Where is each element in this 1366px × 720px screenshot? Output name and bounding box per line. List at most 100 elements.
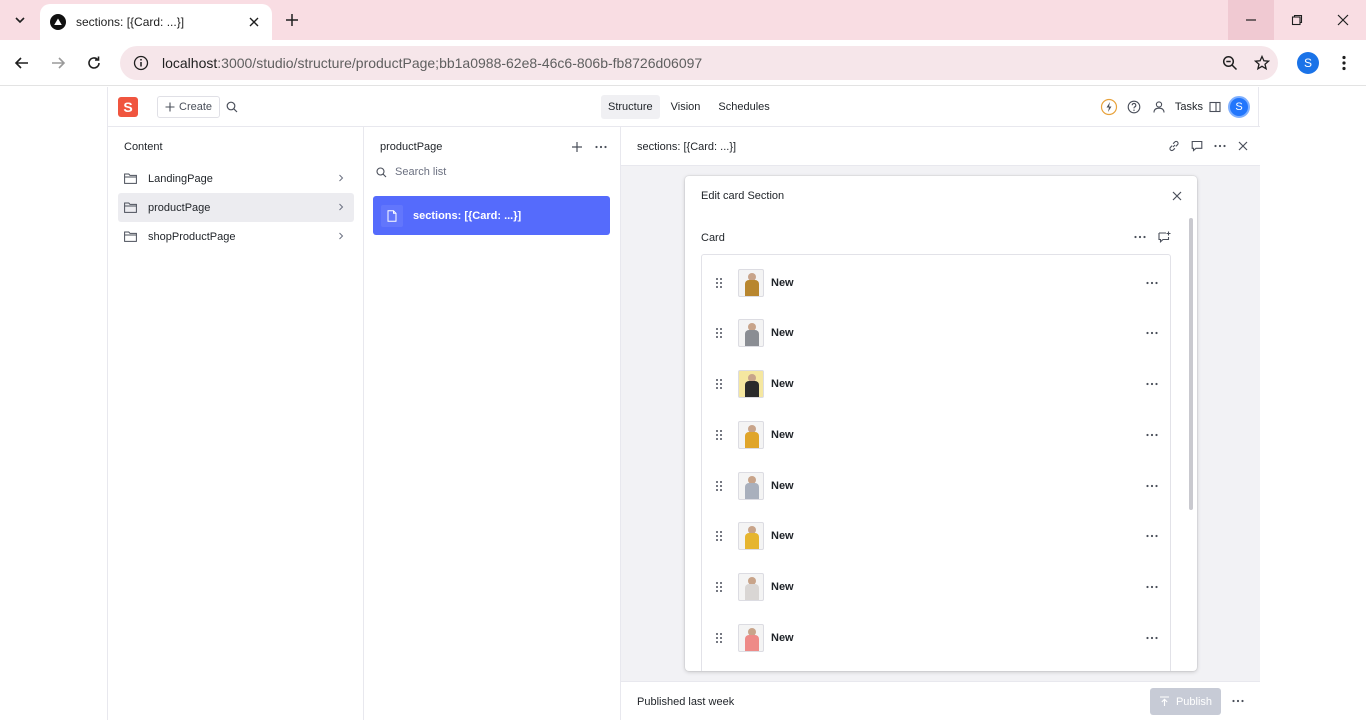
footer-menu-button[interactable] bbox=[1229, 693, 1247, 709]
folder-icon bbox=[124, 201, 138, 215]
content-item-productpage[interactable]: productPage bbox=[118, 193, 354, 222]
help-icon[interactable] bbox=[1125, 96, 1143, 118]
card-item-menu-icon[interactable] bbox=[1144, 376, 1160, 392]
drag-handle-icon[interactable] bbox=[714, 530, 724, 542]
drag-handle-icon[interactable] bbox=[714, 327, 724, 339]
publish-button[interactable]: Publish bbox=[1150, 688, 1221, 715]
card-item-menu-icon[interactable] bbox=[1144, 630, 1160, 646]
browser-profile-avatar[interactable]: S bbox=[1297, 52, 1319, 74]
publish-label: Publish bbox=[1175, 695, 1213, 708]
card-item[interactable]: New bbox=[702, 415, 1170, 455]
card-item[interactable]: New bbox=[702, 263, 1170, 303]
card-thumbnail bbox=[738, 370, 764, 398]
browser-menu-button[interactable] bbox=[1332, 49, 1356, 77]
card-thumbnail bbox=[738, 319, 764, 347]
minimize-button[interactable] bbox=[1228, 0, 1274, 40]
card-item-label: New bbox=[771, 480, 794, 492]
card-item-menu-icon[interactable] bbox=[1144, 528, 1160, 544]
reload-button[interactable] bbox=[80, 49, 108, 77]
content-item-label: productPage bbox=[148, 201, 211, 214]
close-icon bbox=[1172, 191, 1182, 201]
folder-icon bbox=[124, 172, 138, 186]
forward-button[interactable] bbox=[44, 49, 72, 77]
list-pane-menu-button[interactable] bbox=[592, 139, 610, 155]
comment-icon[interactable] bbox=[1188, 137, 1206, 155]
drag-handle-icon[interactable] bbox=[714, 632, 724, 644]
drag-handle-icon[interactable] bbox=[714, 581, 724, 593]
card-item-menu-icon[interactable] bbox=[1144, 478, 1160, 494]
card-item-menu-icon[interactable] bbox=[1144, 427, 1160, 443]
dialog-close-button[interactable] bbox=[1169, 188, 1185, 204]
browser-tabstrip: sections: [{Card: ...}] bbox=[0, 0, 1366, 40]
card-item-label: New bbox=[771, 530, 794, 542]
dialog-title: Edit card Section bbox=[701, 190, 785, 202]
tasks-button[interactable]: Tasks bbox=[1175, 101, 1221, 113]
card-item[interactable]: New bbox=[702, 516, 1170, 556]
star-icon[interactable] bbox=[1246, 47, 1278, 79]
user-avatar[interactable]: S bbox=[1228, 96, 1250, 118]
close-icon[interactable] bbox=[1234, 137, 1252, 155]
dialog-scrollbar[interactable] bbox=[1189, 218, 1193, 510]
card-thumbnail bbox=[738, 421, 764, 449]
address-bar[interactable]: localhost:3000/studio/structure/productP… bbox=[120, 46, 1278, 80]
drag-handle-icon[interactable] bbox=[714, 429, 724, 441]
drag-handle-icon[interactable] bbox=[714, 480, 724, 492]
card-item[interactable]: New bbox=[702, 364, 1170, 404]
ellipsis-icon bbox=[1232, 699, 1244, 703]
edit-card-dialog: Edit card Section Card New New New New N… bbox=[685, 176, 1197, 671]
tab-search-button[interactable] bbox=[6, 6, 34, 34]
browser-tab[interactable]: sections: [{Card: ...}] bbox=[40, 4, 272, 40]
presence-icon[interactable] bbox=[1150, 96, 1168, 118]
ellipsis-icon[interactable] bbox=[1132, 228, 1148, 246]
ellipsis-icon[interactable] bbox=[1211, 137, 1229, 155]
navbar-actions: Tasks S bbox=[1100, 96, 1250, 118]
close-window-button[interactable] bbox=[1320, 0, 1366, 40]
create-button[interactable]: Create bbox=[157, 96, 221, 118]
tab-title: sections: [{Card: ...}] bbox=[76, 15, 185, 29]
studio-logo[interactable]: S bbox=[118, 97, 138, 117]
plus-icon bbox=[286, 14, 298, 26]
tab-vision[interactable]: Vision bbox=[664, 95, 708, 119]
chevron-right-icon bbox=[337, 174, 345, 182]
search-icon[interactable] bbox=[223, 98, 241, 116]
add-document-button[interactable] bbox=[569, 139, 585, 155]
new-tab-button[interactable] bbox=[280, 8, 304, 32]
url-text: localhost:3000/studio/structure/productP… bbox=[162, 55, 1214, 71]
restore-button[interactable] bbox=[1274, 0, 1320, 40]
document-actions bbox=[1165, 137, 1252, 155]
document-item-sections[interactable]: sections: [{Card: ...}] bbox=[373, 196, 610, 235]
card-item-menu-icon[interactable] bbox=[1144, 275, 1160, 291]
search-list-input[interactable]: Search list bbox=[376, 166, 446, 178]
card-item[interactable]: New bbox=[702, 618, 1170, 658]
card-item[interactable]: New bbox=[702, 567, 1170, 607]
back-button[interactable] bbox=[8, 49, 36, 77]
document-header: sections: [{Card: ...}] bbox=[621, 127, 1260, 166]
content-item-landingpage[interactable]: LandingPage bbox=[118, 164, 354, 193]
plus-icon bbox=[165, 102, 175, 112]
card-item[interactable]: New bbox=[702, 466, 1170, 506]
card-item-menu-icon[interactable] bbox=[1144, 325, 1160, 341]
arrow-left-icon bbox=[14, 57, 28, 69]
card-array-list: New New New New New New New New bbox=[701, 254, 1171, 671]
drag-handle-icon[interactable] bbox=[714, 378, 724, 390]
content-item-shopproductpage[interactable]: shopProductPage bbox=[118, 222, 354, 251]
zoom-icon[interactable] bbox=[1214, 47, 1246, 79]
site-info-icon[interactable] bbox=[132, 54, 150, 72]
card-item-menu-icon[interactable] bbox=[1144, 579, 1160, 595]
tab-structure[interactable]: Structure bbox=[601, 95, 660, 119]
content-pane-title: Content bbox=[124, 141, 163, 153]
card-thumbnail bbox=[738, 573, 764, 601]
link-icon[interactable] bbox=[1165, 137, 1183, 155]
minimize-icon bbox=[1246, 19, 1256, 21]
lightning-icon[interactable] bbox=[1100, 96, 1118, 118]
card-item-label: New bbox=[771, 429, 794, 441]
tab-schedules[interactable]: Schedules bbox=[711, 95, 776, 119]
reload-icon bbox=[88, 56, 100, 69]
drag-handle-icon[interactable] bbox=[714, 277, 724, 289]
close-tab-icon[interactable] bbox=[246, 14, 262, 30]
close-icon bbox=[1337, 14, 1349, 26]
add-comment-icon[interactable] bbox=[1156, 228, 1172, 246]
publish-icon bbox=[1159, 696, 1169, 706]
card-item-label: New bbox=[771, 378, 794, 390]
card-item[interactable]: New bbox=[702, 313, 1170, 353]
